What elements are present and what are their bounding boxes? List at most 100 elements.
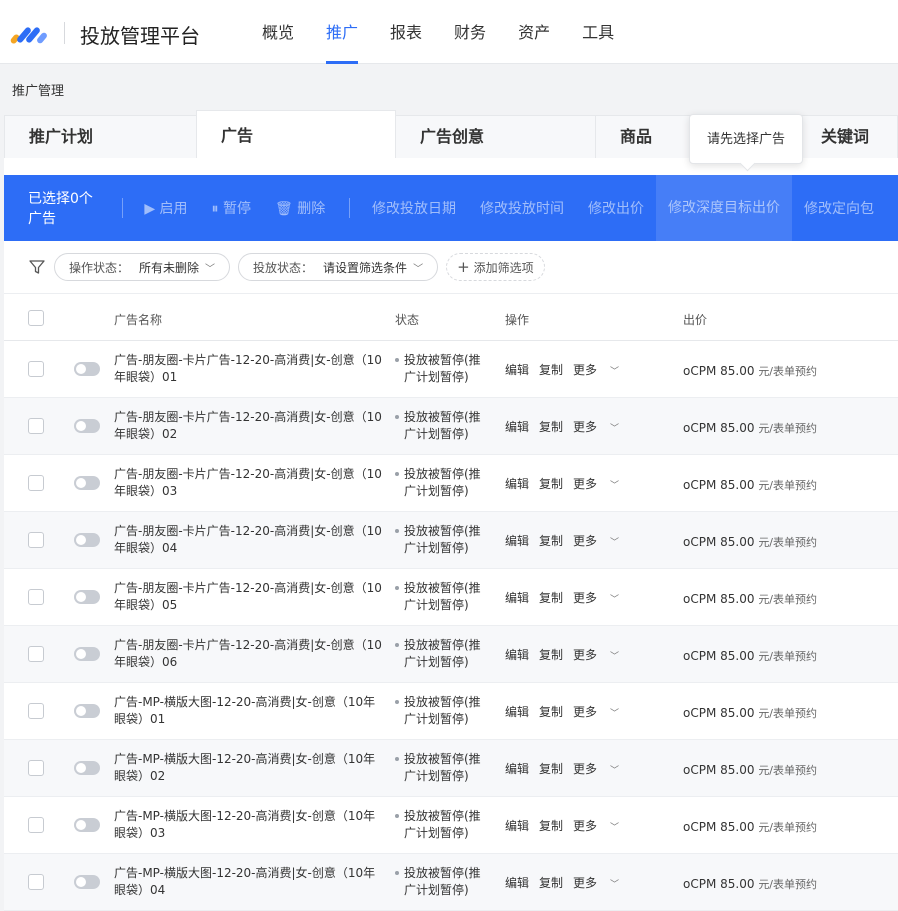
more-label: 更多 bbox=[573, 762, 598, 776]
ad-name[interactable]: 广告-朋友圈-卡片广告-12-20-高消费|女-创意（10年眼袋）03 bbox=[114, 466, 384, 500]
copy-link[interactable]: 复制 bbox=[539, 475, 563, 492]
row-toggle-switch[interactable] bbox=[74, 419, 100, 433]
row-checkbox[interactable] bbox=[28, 418, 44, 434]
table-row[interactable]: 广告-MP-横版大图-12-20-高消费|女-创意（10年眼袋）03 投放被暂停(… bbox=[4, 797, 898, 854]
row-toggle-switch[interactable] bbox=[74, 533, 100, 547]
table-row[interactable]: 广告-朋友圈-卡片广告-12-20-高消费|女-创意（10年眼袋）03 投放被暂停… bbox=[4, 455, 898, 512]
tab-creatives[interactable]: 广告创意 bbox=[395, 115, 597, 158]
nav-finance[interactable]: 财务 bbox=[454, 0, 486, 64]
edit-link[interactable]: 编辑 bbox=[505, 475, 529, 492]
bid-unit: 元/表单预约 bbox=[758, 479, 818, 492]
more-dropdown[interactable]: 更多 ﹀ bbox=[573, 646, 629, 663]
delivery-status-filter[interactable]: 投放状态： 请设置筛选条件 ﹀ bbox=[238, 253, 439, 281]
row-checkbox[interactable] bbox=[28, 817, 44, 833]
nav-promotion[interactable]: 推广 bbox=[326, 0, 359, 64]
copy-link[interactable]: 复制 bbox=[539, 703, 563, 720]
nav-overview[interactable]: 概览 bbox=[262, 0, 294, 64]
row-checkbox[interactable] bbox=[28, 646, 44, 662]
edit-link[interactable]: 编辑 bbox=[505, 361, 529, 378]
edit-targeting-button[interactable]: 修改定向包 bbox=[804, 198, 874, 218]
tab-ads[interactable]: 广告 bbox=[196, 110, 396, 158]
more-dropdown[interactable]: 更多 ﹀ bbox=[573, 760, 629, 777]
row-checkbox[interactable] bbox=[28, 703, 44, 719]
tab-keywords[interactable]: 关键词 bbox=[796, 115, 898, 158]
more-dropdown[interactable]: 更多 ﹀ bbox=[573, 418, 629, 435]
ad-name[interactable]: 广告-朋友圈-卡片广告-12-20-高消费|女-创意（10年眼袋）04 bbox=[114, 523, 384, 557]
filter-icon[interactable] bbox=[28, 258, 46, 276]
filter-key: 操作状态： bbox=[69, 260, 130, 275]
nav-tools[interactable]: 工具 bbox=[582, 0, 614, 64]
edit-link[interactable]: 编辑 bbox=[505, 532, 529, 549]
copy-link[interactable]: 复制 bbox=[539, 874, 563, 891]
pause-button[interactable]: ⏸ 暂停 bbox=[212, 198, 251, 218]
enable-button[interactable]: ▶ 启用 bbox=[144, 198, 187, 218]
more-dropdown[interactable]: 更多 ﹀ bbox=[573, 532, 629, 549]
nav-reports[interactable]: 报表 bbox=[390, 0, 422, 64]
row-toggle-switch[interactable] bbox=[74, 761, 100, 775]
ad-name[interactable]: 广告-朋友圈-卡片广告-12-20-高消费|女-创意（10年眼袋）05 bbox=[114, 580, 384, 614]
more-dropdown[interactable]: 更多 ﹀ bbox=[573, 817, 629, 834]
copy-link[interactable]: 复制 bbox=[539, 589, 563, 606]
tooltip-select-ad: 请先选择广告 bbox=[689, 114, 803, 164]
row-checkbox[interactable] bbox=[28, 760, 44, 776]
row-checkbox[interactable] bbox=[28, 475, 44, 491]
more-label: 更多 bbox=[573, 477, 598, 491]
ad-name[interactable]: 广告-MP-横版大图-12-20-高消费|女-创意（10年眼袋）03 bbox=[114, 808, 384, 842]
table-row[interactable]: 广告-MP-横版大图-12-20-高消费|女-创意（10年眼袋）01 投放被暂停(… bbox=[4, 683, 898, 740]
row-toggle-switch[interactable] bbox=[74, 476, 100, 490]
delete-button[interactable]: 🗑 删除 bbox=[275, 198, 325, 218]
row-toggle-switch[interactable] bbox=[74, 818, 100, 832]
table-row[interactable]: 广告-MP-横版大图-12-20-高消费|女-创意（10年眼袋）02 投放被暂停(… bbox=[4, 740, 898, 797]
nav-assets[interactable]: 资产 bbox=[518, 0, 550, 64]
row-toggle-switch[interactable] bbox=[74, 704, 100, 718]
table-row[interactable]: 广告-朋友圈-卡片广告-12-20-高消费|女-创意（10年眼袋）05 投放被暂停… bbox=[4, 569, 898, 626]
row-checkbox[interactable] bbox=[28, 532, 44, 548]
edit-deep-bid-button[interactable]: 修改深度目标出价 bbox=[656, 175, 793, 241]
ad-name[interactable]: 广告-MP-横版大图-12-20-高消费|女-创意（10年眼袋）04 bbox=[114, 865, 384, 899]
row-toggle-switch[interactable] bbox=[74, 647, 100, 661]
ad-name[interactable]: 广告-朋友圈-卡片广告-12-20-高消费|女-创意（10年眼袋）02 bbox=[114, 409, 384, 443]
edit-time-button[interactable]: 修改投放时间 bbox=[480, 198, 564, 218]
edit-link[interactable]: 编辑 bbox=[505, 418, 529, 435]
tab-campaigns[interactable]: 推广计划 bbox=[4, 115, 197, 158]
edit-link[interactable]: 编辑 bbox=[505, 760, 529, 777]
edit-link[interactable]: 编辑 bbox=[505, 817, 529, 834]
row-toggle-switch[interactable] bbox=[74, 362, 100, 376]
row-checkbox[interactable] bbox=[28, 361, 44, 377]
copy-link[interactable]: 复制 bbox=[539, 760, 563, 777]
row-checkbox[interactable] bbox=[28, 874, 44, 890]
copy-link[interactable]: 复制 bbox=[539, 817, 563, 834]
copy-link[interactable]: 复制 bbox=[539, 532, 563, 549]
copy-link[interactable]: 复制 bbox=[539, 418, 563, 435]
edit-dates-button[interactable]: 修改投放日期 bbox=[372, 198, 456, 218]
row-toggle-switch[interactable] bbox=[74, 590, 100, 604]
table-row[interactable]: 广告-朋友圈-卡片广告-12-20-高消费|女-创意（10年眼袋）04 投放被暂停… bbox=[4, 512, 898, 569]
table-row[interactable]: 广告-朋友圈-卡片广告-12-20-高消费|女-创意（10年眼袋）06 投放被暂停… bbox=[4, 626, 898, 683]
op-status-filter[interactable]: 操作状态： 所有未删除 ﹀ bbox=[54, 253, 231, 281]
more-dropdown[interactable]: 更多 ﹀ bbox=[573, 361, 629, 378]
row-toggle-switch[interactable] bbox=[74, 875, 100, 889]
more-dropdown[interactable]: 更多 ﹀ bbox=[573, 589, 629, 606]
table-row[interactable]: 广告-朋友圈-卡片广告-12-20-高消费|女-创意（10年眼袋）02 投放被暂停… bbox=[4, 398, 898, 455]
copy-link[interactable]: 复制 bbox=[539, 361, 563, 378]
edit-bid-button[interactable]: 修改出价 bbox=[588, 198, 644, 218]
add-filter-button[interactable]: + 添加筛选项 bbox=[446, 253, 545, 281]
edit-link[interactable]: 编辑 bbox=[505, 703, 529, 720]
ad-name[interactable]: 广告-朋友圈-卡片广告-12-20-高消费|女-创意（10年眼袋）06 bbox=[114, 637, 384, 671]
copy-link[interactable]: 复制 bbox=[539, 646, 563, 663]
col-bid[interactable]: 出价 bbox=[683, 311, 707, 328]
col-name: 广告名称 bbox=[114, 313, 163, 327]
edit-link[interactable]: 编辑 bbox=[505, 874, 529, 891]
more-dropdown[interactable]: 更多 ﹀ bbox=[573, 703, 629, 720]
ad-name[interactable]: 广告-MP-横版大图-12-20-高消费|女-创意（10年眼袋）02 bbox=[114, 751, 384, 785]
more-dropdown[interactable]: 更多 ﹀ bbox=[573, 874, 629, 891]
row-checkbox[interactable] bbox=[28, 589, 44, 605]
table-row[interactable]: 广告-MP-横版大图-12-20-高消费|女-创意（10年眼袋）04 投放被暂停(… bbox=[4, 854, 898, 911]
ad-name[interactable]: 广告-朋友圈-卡片广告-12-20-高消费|女-创意（10年眼袋）01 bbox=[114, 352, 384, 386]
select-all-checkbox[interactable] bbox=[28, 310, 44, 326]
ad-name[interactable]: 广告-MP-横版大图-12-20-高消费|女-创意（10年眼袋）01 bbox=[114, 694, 384, 728]
table-row[interactable]: 广告-朋友圈-卡片广告-12-20-高消费|女-创意（10年眼袋）01 投放被暂停… bbox=[4, 341, 898, 398]
more-dropdown[interactable]: 更多 ﹀ bbox=[573, 475, 629, 492]
edit-link[interactable]: 编辑 bbox=[505, 646, 529, 663]
edit-link[interactable]: 编辑 bbox=[505, 589, 529, 606]
